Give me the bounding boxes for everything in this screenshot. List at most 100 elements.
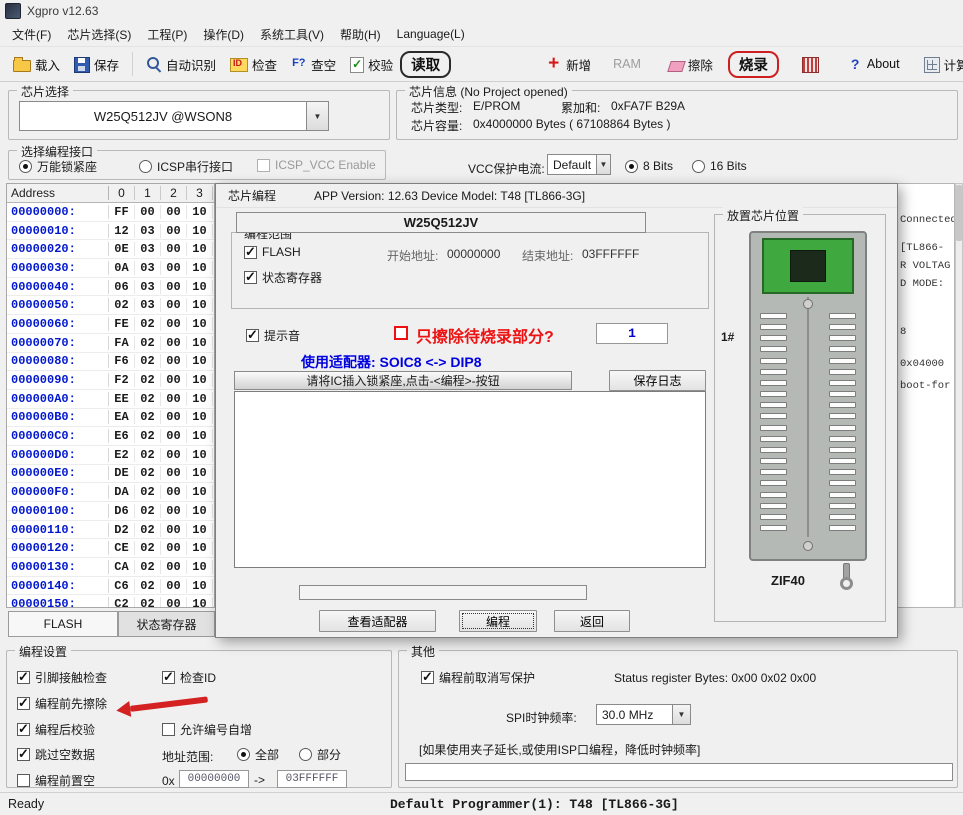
table-row[interactable]: 00000030:0A030010	[7, 259, 214, 278]
table-row[interactable]: 000000C0:E6020010	[7, 427, 214, 446]
byte-cell[interactable]: 10	[187, 336, 213, 350]
about-button[interactable]: About	[840, 51, 907, 78]
byte-cell[interactable]: 02	[135, 336, 161, 350]
program-confirm-button[interactable]: 编程	[459, 610, 537, 632]
check-id-button[interactable]: 检查	[223, 51, 284, 78]
byte-cell[interactable]: 02	[135, 317, 161, 331]
add-new-button[interactable]: 新增	[539, 51, 598, 78]
byte-cell[interactable]: 00	[161, 410, 187, 424]
log-scrollbar[interactable]	[955, 183, 963, 608]
byte-cell[interactable]: EA	[109, 410, 135, 424]
byte-cell[interactable]: 03	[135, 280, 161, 294]
menu-item-system-tools[interactable]: 系统工具(V)	[252, 23, 332, 46]
byte-cell[interactable]: 10	[187, 597, 213, 608]
save-button[interactable]: 保存	[67, 51, 126, 78]
byte-cell[interactable]: 00	[161, 373, 187, 387]
byte-cell[interactable]: 10	[187, 523, 213, 537]
byte-cell[interactable]: 10	[187, 280, 213, 294]
table-row[interactable]: 000000A0:EE020010	[7, 390, 214, 409]
byte-cell[interactable]: 10	[187, 485, 213, 499]
byte-cell[interactable]: 02	[109, 298, 135, 312]
status-reg-checkbox[interactable]: 状态寄存器	[244, 269, 322, 286]
byte-cell[interactable]: 00	[161, 579, 187, 593]
byte-cell[interactable]: 00	[161, 560, 187, 574]
skip-blank-checkbox[interactable]: 跳过空数据	[17, 746, 95, 763]
addr-to-input[interactable]: 03FFFFFF	[277, 770, 347, 788]
byte-cell[interactable]: 02	[135, 392, 161, 406]
byte-cell[interactable]: 02	[135, 429, 161, 443]
menu-item-operation[interactable]: 操作(D)	[195, 23, 252, 46]
back-button[interactable]: 返回	[554, 610, 630, 632]
icsp-vcc-checkbox[interactable]: ICSP_VCC Enable	[257, 158, 376, 172]
auto-detect-button[interactable]: 自动识别	[139, 51, 223, 78]
vcc-current-select[interactable]: Default	[547, 154, 611, 175]
count-input[interactable]: 1	[596, 323, 668, 344]
byte-cell[interactable]: 00	[161, 242, 187, 256]
table-row[interactable]: 00000090:F2020010	[7, 371, 214, 390]
byte-cell[interactable]: 00	[161, 541, 187, 555]
byte-cell[interactable]: 02	[135, 523, 161, 537]
byte-cell[interactable]: 00	[161, 224, 187, 238]
table-row[interactable]: 00000150:C2020010	[7, 595, 214, 608]
byte-cell[interactable]: 10	[187, 560, 213, 574]
dialog-titlebar[interactable]: 芯片编程 APP Version: 12.63 Device Model: T4…	[216, 184, 897, 208]
byte-cell[interactable]: 02	[135, 485, 161, 499]
spi-clock-select[interactable]: 30.0 MHz	[596, 704, 691, 725]
table-row[interactable]: 000000E0:DE020010	[7, 465, 214, 484]
byte-cell[interactable]: D6	[109, 504, 135, 518]
beep-checkbox[interactable]: 提示音	[246, 327, 300, 344]
chevron-down-icon[interactable]	[673, 704, 691, 725]
byte-cell[interactable]: C6	[109, 579, 135, 593]
table-row[interactable]: 00000100:D6020010	[7, 502, 214, 521]
byte-cell[interactable]: 00	[161, 392, 187, 406]
table-row[interactable]: 00000080:F6020010	[7, 353, 214, 372]
menu-item-project[interactable]: 工程(P)	[139, 23, 195, 46]
byte-cell[interactable]: F6	[109, 354, 135, 368]
byte-cell[interactable]: 03	[135, 224, 161, 238]
byte-cell[interactable]: 02	[135, 579, 161, 593]
byte-cell[interactable]: 10	[187, 224, 213, 238]
erase-part-checkbox[interactable]	[394, 326, 408, 340]
tab-flash[interactable]: FLASH	[8, 611, 118, 637]
byte-cell[interactable]: 02	[135, 504, 161, 518]
icsp-radio[interactable]: ICSP串行接口	[139, 158, 233, 175]
titlebar[interactable]: Xgpro v12.63	[0, 0, 963, 22]
scrollbar-thumb[interactable]	[956, 185, 962, 241]
byte-cell[interactable]: 00	[161, 261, 187, 275]
menu-item-file[interactable]: 文件(F)	[4, 23, 59, 46]
byte-cell[interactable]: 10	[187, 579, 213, 593]
byte-cell[interactable]: 00	[161, 466, 187, 480]
check-id-checkbox[interactable]: 检查ID	[162, 669, 216, 686]
menu-item-chip-select[interactable]: 芯片选择(S)	[59, 23, 139, 46]
byte-cell[interactable]: 02	[135, 448, 161, 462]
table-row[interactable]: 00000020:0E030010	[7, 240, 214, 259]
byte-cell[interactable]: 00	[161, 504, 187, 518]
byte-cell[interactable]: 06	[109, 280, 135, 294]
table-row[interactable]: 00000040:06030010	[7, 278, 214, 297]
byte-cell[interactable]: 00	[161, 317, 187, 331]
byte-cell[interactable]: 10	[187, 429, 213, 443]
byte-cell[interactable]: 10	[187, 242, 213, 256]
erase-before-checkbox[interactable]: 编程前先擦除	[17, 695, 107, 712]
byte-cell[interactable]: 00	[161, 205, 187, 219]
blank-before-checkbox[interactable]: 编程前置空	[17, 772, 95, 789]
program-button[interactable]: 烧录	[728, 51, 779, 78]
byte-cell[interactable]: 10	[187, 448, 213, 462]
byte-cell[interactable]: 00	[135, 205, 161, 219]
menu-item-language[interactable]: Language(L)	[389, 24, 473, 44]
byte-cell[interactable]: FA	[109, 336, 135, 350]
unprotect-checkbox[interactable]: 编程前取消写保护	[421, 669, 535, 686]
byte-cell[interactable]: 00	[161, 280, 187, 294]
dialog-log-area[interactable]	[234, 391, 706, 568]
byte-cell[interactable]: 10	[187, 354, 213, 368]
addr-range-all-radio[interactable]: 全部	[237, 746, 279, 763]
verify-after-checkbox[interactable]: 编程后校验	[17, 721, 95, 738]
byte-cell[interactable]: D2	[109, 523, 135, 537]
menu-item-help[interactable]: 帮助(H)	[332, 23, 389, 46]
bits16-radio[interactable]: 16 Bits	[692, 159, 747, 173]
addr-from-input[interactable]: 00000000	[179, 770, 249, 788]
byte-cell[interactable]: 00	[161, 429, 187, 443]
byte-cell[interactable]: 02	[135, 354, 161, 368]
bits8-radio[interactable]: 8 Bits	[625, 159, 673, 173]
byte-cell[interactable]: FE	[109, 317, 135, 331]
